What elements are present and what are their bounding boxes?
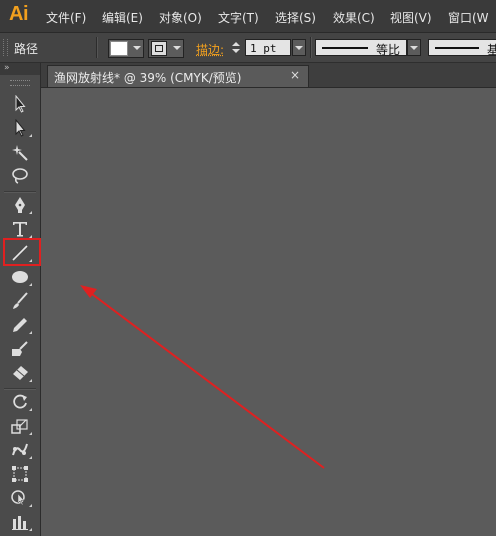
arrow-annotation [80,285,325,469]
arrow-shaft [91,293,325,469]
illustrator-window: Ai 文件(F) 编辑(E) 对象(O) 文字(T) 选择(S) 效果(C) 视… [0,0,496,536]
